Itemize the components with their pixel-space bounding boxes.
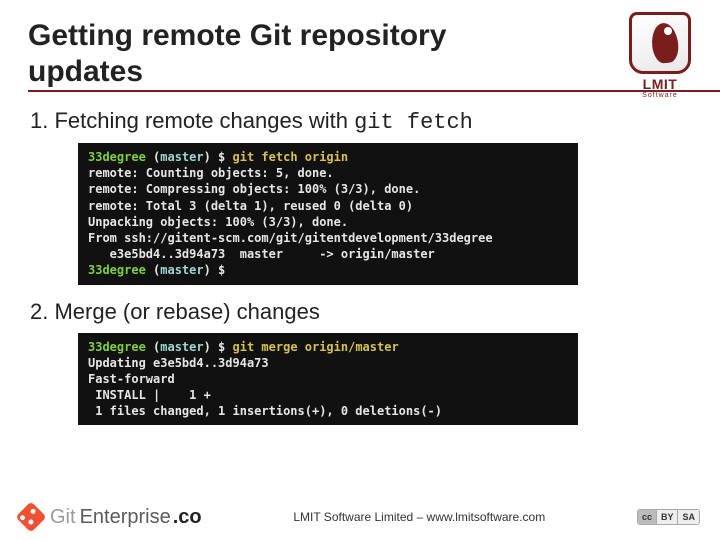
terminal-line: Updating e3e5bd4..3d94a73	[88, 355, 568, 371]
terminal-line: 33degree (master) $	[88, 262, 568, 278]
terminal-line: 33degree (master) $ git fetch origin	[88, 149, 568, 165]
terminal-line: INSTALL | 1 +	[88, 387, 568, 403]
list-item: 2. Merge (or rebase) changes 33degree (ma…	[28, 299, 692, 426]
logo-subtext: Software	[622, 92, 698, 99]
terminal-line: remote: Counting objects: 5, done.	[88, 165, 568, 181]
brand-co: .co	[173, 506, 202, 529]
terminal-line: remote: Compressing objects: 100% (3/3),…	[88, 181, 568, 197]
terminal-line: remote: Total 3 (delta 1), reused 0 (del…	[88, 198, 568, 214]
terminal-line: From ssh://gitent-scm.com/git/gitentdeve…	[88, 230, 568, 246]
footer: GitEnterprise.co LMIT Software Limited –…	[0, 492, 720, 540]
list-item-text: 1. Fetching remote changes with git fetc…	[30, 108, 692, 135]
terminal-line: Unpacking objects: 100% (3/3), done.	[88, 214, 568, 230]
cc-part: cc	[638, 510, 656, 524]
inline-code: git fetch	[354, 110, 473, 135]
git-logo-icon	[15, 501, 46, 532]
cc-part: SA	[677, 510, 699, 524]
content-area: 1. Fetching remote changes with git fetc…	[28, 108, 692, 425]
title-area: Getting remote Git repository updates	[28, 18, 692, 90]
terminal-output: 33degree (master) $ git fetch originremo…	[78, 143, 578, 285]
footer-brand: GitEnterprise.co	[20, 506, 202, 529]
slide-title: Getting remote Git repository updates	[28, 18, 558, 90]
slide: LMIT Software Getting remote Git reposit…	[0, 0, 720, 540]
title-underline	[28, 90, 720, 92]
terminal-line: Fast-forward	[88, 371, 568, 387]
terminal-output: 33degree (master) $ git merge origin/mas…	[78, 333, 578, 426]
cc-license-badge: ccBYSA	[637, 509, 700, 525]
terminal-line: 1 files changed, 1 insertions(+), 0 dele…	[88, 403, 568, 419]
brand-enterprise: Enterprise	[80, 506, 171, 529]
cc-part: BY	[656, 510, 678, 524]
terminal-line: e3e5bd4..3d94a73 master -> origin/master	[88, 246, 568, 262]
list-item-text: 2. Merge (or rebase) changes	[30, 299, 692, 325]
brand-git: Git	[50, 506, 76, 529]
terminal-line: 33degree (master) $ git merge origin/mas…	[88, 339, 568, 355]
footer-copyright: LMIT Software Limited – www.lmitsoftware…	[293, 510, 545, 524]
list-item: 1. Fetching remote changes with git fetc…	[28, 108, 692, 285]
